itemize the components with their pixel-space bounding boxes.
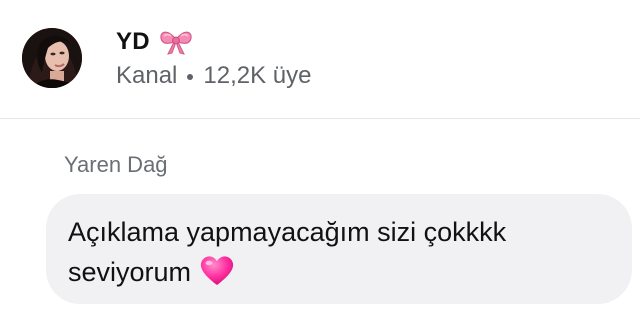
- avatar-photo: [22, 28, 82, 88]
- channel-header[interactable]: YD Kanal 12,2K üye: [0, 0, 640, 118]
- message-text: Açıklama yapmayacağım sizi çokkkk seviyo…: [68, 212, 608, 292]
- channel-title-row: YD: [116, 28, 194, 56]
- separator-dot: [187, 74, 194, 80]
- pink-heart-icon: [199, 255, 235, 287]
- message-bubble[interactable]: Açıklama yapmayacağım sizi çokkkk seviyo…: [46, 194, 632, 304]
- channel-type: Kanal: [116, 62, 178, 89]
- avatar[interactable]: [22, 28, 82, 88]
- bow-icon: [158, 28, 194, 56]
- message-line-1: Açıklama yapmayacağım sizi çokkkk: [68, 217, 507, 247]
- message-line-2-text: seviyorum: [68, 257, 192, 287]
- channel-meta: Kanal 12,2K üye: [116, 62, 311, 90]
- channel-message-view: YD Kanal 12,2K üye Yaren Dağ Açıklama ya…: [0, 0, 640, 313]
- channel-name: YD: [116, 28, 150, 55]
- header-divider: [0, 118, 640, 119]
- message-line-2: seviyorum: [68, 252, 608, 292]
- sender-name[interactable]: Yaren Dağ: [64, 152, 168, 178]
- member-count: 12,2K üye: [203, 62, 312, 89]
